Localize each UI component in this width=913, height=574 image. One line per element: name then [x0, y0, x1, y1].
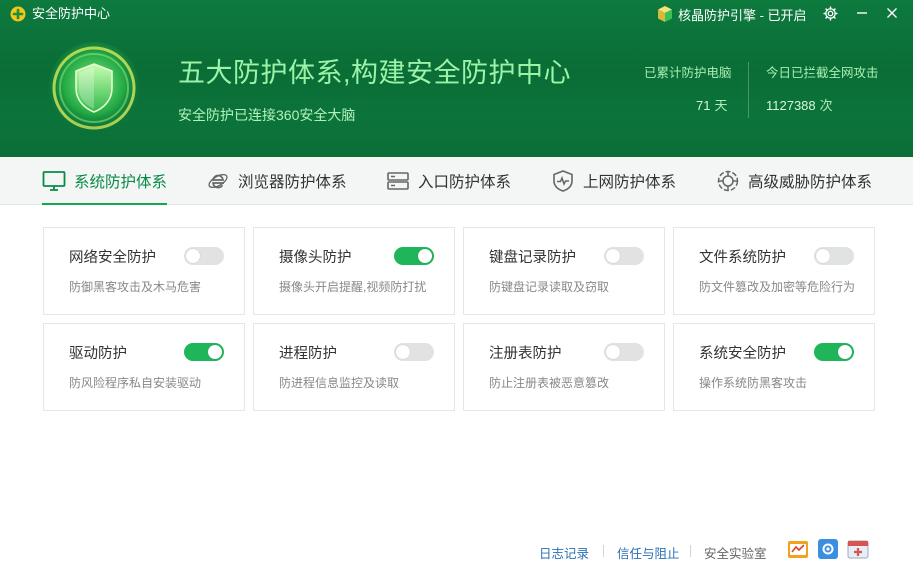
card-title: 键盘记录防护 — [489, 250, 576, 266]
server-icon — [387, 172, 409, 190]
title-bar: 安全防护中心 核晶防护引擎 - 已开启 — [0, 0, 913, 28]
card-keylogger-protection: 键盘记录防护 防键盘记录读取及窃取 — [463, 227, 665, 315]
shield-emblem-icon — [48, 42, 140, 134]
minimize-button[interactable] — [850, 3, 874, 23]
card-driver-protection: 驱动防护 防风险程序私自安装驱动 — [43, 323, 245, 411]
card-desc: 防键盘记录读取及窃取 — [489, 280, 610, 294]
card-registry-protection: 注册表防护 防止注册表被恶意篡改 — [463, 323, 665, 411]
stat-attacks-unit: 次 — [819, 98, 833, 113]
card-desc: 摄像头开启提醒,视频防打扰 — [279, 280, 427, 294]
tab-internet-protection[interactable]: 上网防护体系 — [551, 157, 676, 205]
stat-attacks-label: 今日已拦截全网攻击 — [766, 66, 879, 80]
engine-status-label: 核晶防护引擎 - 已开启 — [678, 7, 807, 23]
stat-attacks-number: 1127388 — [766, 98, 816, 113]
tab-advanced-threat-protection[interactable]: 高级威胁防护体系 — [716, 157, 872, 205]
card-filesystem-protection: 文件系统防护 防文件篡改及加密等危险行为 — [673, 227, 875, 315]
card-process-protection: 进程防护 防进程信息监控及读取 — [253, 323, 455, 411]
lab-tool-icon[interactable] — [787, 538, 809, 560]
hero-headline: 五大防护体系,构建安全防护中心 — [178, 58, 572, 88]
monitor-icon — [42, 171, 66, 191]
shield-pulse-icon — [553, 170, 573, 192]
card-title: 摄像头防护 — [279, 250, 352, 266]
radar-icon — [717, 170, 739, 192]
security-lab-label: 安全实验室 — [704, 547, 767, 561]
tab-label: 浏览器防护体系 — [238, 174, 347, 191]
lab-firstaid-icon[interactable] — [847, 538, 869, 560]
close-button[interactable] — [880, 3, 904, 23]
lab-settings-icon[interactable] — [817, 538, 839, 560]
footer-divider — [690, 545, 691, 557]
minimize-icon — [857, 12, 867, 14]
card-title: 注册表防护 — [489, 346, 562, 362]
hero-subline: 安全防护已连接360安全大脑 — [178, 107, 356, 123]
system-security-protection-toggle[interactable] — [814, 343, 854, 361]
filesystem-protection-toggle[interactable] — [814, 247, 854, 265]
stat-days-label: 已累计防护电脑 — [644, 66, 732, 80]
card-title: 进程防护 — [279, 346, 337, 362]
stat-days-unit: 天 — [714, 98, 728, 113]
process-protection-toggle[interactable] — [394, 343, 434, 361]
tab-label: 系统防护体系 — [74, 174, 168, 191]
card-title: 系统安全防护 — [699, 346, 786, 362]
trust-block-link[interactable]: 信任与阻止 — [617, 543, 680, 562]
window-title: 安全防护中心 — [32, 6, 111, 21]
browser-icon — [208, 174, 228, 189]
tab-label: 高级威胁防护体系 — [748, 174, 873, 191]
engine-status[interactable]: 核晶防护引擎 - 已开启 — [656, 4, 807, 24]
card-desc: 防风险程序私自安装驱动 — [69, 376, 202, 390]
card-system-security-protection: 系统安全防护 操作系统防黑客攻击 — [673, 323, 875, 411]
header-banner: 安全防护中心 核晶防护引擎 - 已开启 五大防护体系,构建安全防护中心 安全防护… — [0, 0, 913, 157]
driver-protection-toggle[interactable] — [184, 343, 224, 361]
tab-label: 入口防护体系 — [418, 174, 512, 191]
app-logo-icon — [10, 6, 26, 22]
card-desc: 操作系统防黑客攻击 — [699, 376, 808, 390]
card-desc: 防止注册表被恶意篡改 — [489, 376, 610, 390]
registry-protection-toggle[interactable] — [604, 343, 644, 361]
keylogger-protection-toggle[interactable] — [604, 247, 644, 265]
network-protection-toggle[interactable] — [184, 247, 224, 265]
footer-divider — [603, 545, 604, 557]
settings-button[interactable] — [818, 3, 842, 23]
gear-icon — [822, 5, 838, 21]
card-title: 网络安全防护 — [69, 250, 156, 266]
card-desc: 防御黑客攻击及木马危害 — [69, 280, 202, 294]
card-network-protection: 网络安全防护 防御黑客攻击及木马危害 — [43, 227, 245, 315]
tab-browser-protection[interactable]: 浏览器防护体系 — [206, 157, 347, 205]
card-title: 文件系统防护 — [699, 250, 786, 266]
stat-attacks-value: 1127388 次 — [766, 95, 833, 114]
close-icon — [887, 8, 897, 18]
log-records-link[interactable]: 日志记录 — [539, 543, 589, 562]
camera-protection-toggle[interactable] — [394, 247, 434, 265]
card-title: 驱动防护 — [69, 346, 127, 362]
engine-cube-icon — [658, 6, 672, 22]
tab-entry-protection[interactable]: 入口防护体系 — [386, 157, 511, 205]
stat-days-number: 71 — [696, 98, 711, 113]
card-desc: 防进程信息监控及读取 — [279, 376, 400, 390]
tab-system-protection[interactable]: 系统防护体系 — [42, 157, 168, 205]
tab-label: 上网防护体系 — [583, 174, 677, 191]
stat-divider — [748, 62, 749, 118]
card-desc: 防文件篡改及加密等危险行为 — [699, 280, 856, 294]
stat-days-value: 71 天 — [696, 95, 727, 114]
card-camera-protection: 摄像头防护 摄像头开启提醒,视频防打扰 — [253, 227, 455, 315]
protection-tabs: 系统防护体系 浏览器防护体系 入口防护体系 上网防护体系 高级威胁防护体系 — [0, 157, 913, 205]
